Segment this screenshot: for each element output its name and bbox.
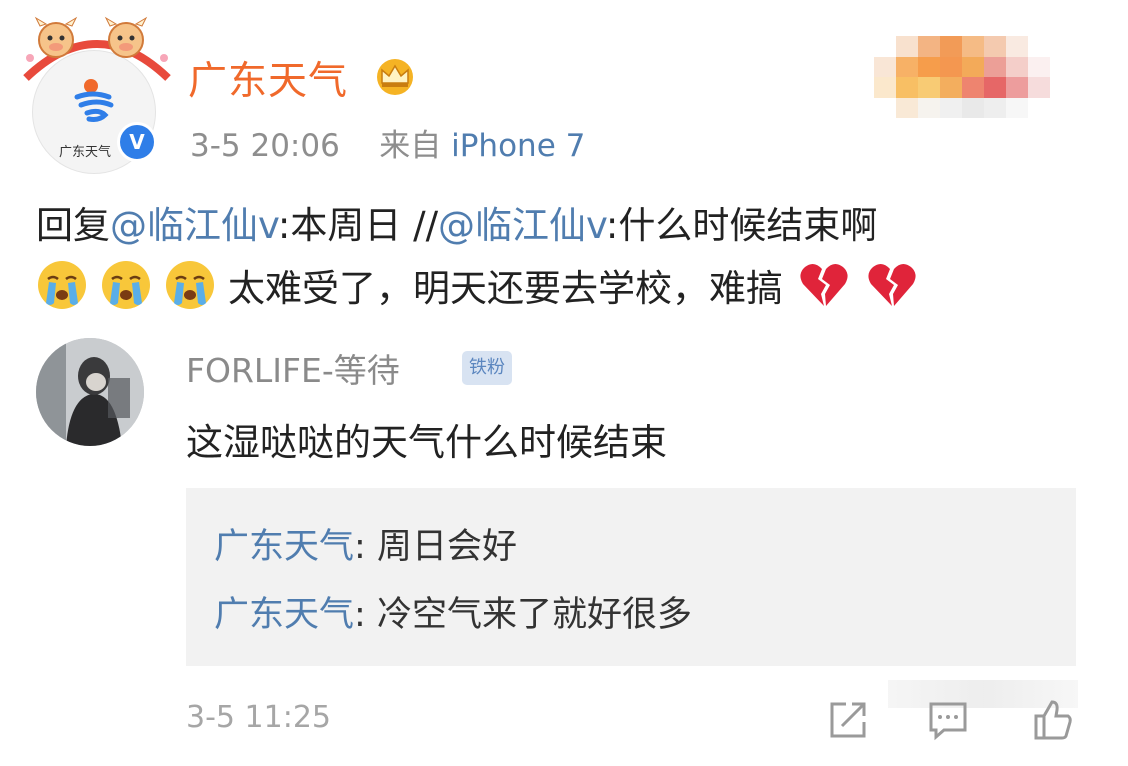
replies-box[interactable]: 广东天气: 周日会好 广东天气: 冷空气来了就好很多 bbox=[186, 488, 1076, 666]
mention-link[interactable]: @临江仙v bbox=[438, 204, 606, 247]
post-text-line1: 回复@临江仙v:本周日 //@临江仙v:什么时候结束啊 bbox=[36, 195, 877, 249]
reply-item[interactable]: 广东天气: 冷空气来了就好很多 bbox=[214, 586, 692, 637]
source-prefix: 来自 bbox=[379, 128, 442, 164]
crown-icon[interactable] bbox=[372, 56, 418, 96]
post-meta: 3-5 20:06 来自 iPhone 7 bbox=[190, 120, 585, 165]
post-text-segment: :什么时候结束啊 bbox=[605, 204, 878, 247]
repost-separator: // bbox=[413, 204, 439, 247]
reply-author[interactable]: 广东天气 bbox=[214, 595, 354, 635]
reply-separator: : bbox=[354, 527, 377, 567]
reply-text: 周日会好 bbox=[376, 527, 517, 567]
comment-icon[interactable] bbox=[926, 698, 970, 742]
cow-mascot-icon bbox=[23, 16, 171, 81]
broken-heart-icon bbox=[800, 263, 848, 306]
post-text-segment: :本周日 bbox=[277, 204, 402, 247]
broken-heart-icon bbox=[868, 263, 916, 306]
comment-time: 3-5 11:25 bbox=[186, 700, 331, 735]
like-icon[interactable] bbox=[1030, 698, 1074, 742]
account-name[interactable]: 广东天气 bbox=[188, 50, 348, 106]
commenter-avatar[interactable] bbox=[36, 338, 144, 446]
share-icon[interactable] bbox=[826, 698, 870, 742]
avatar-text: 广东天气 bbox=[59, 145, 112, 160]
commenter-username[interactable]: FORLIFE-等待 bbox=[186, 344, 400, 392]
reply-separator: : bbox=[354, 595, 377, 635]
pixelated-follow-area bbox=[874, 36, 1050, 118]
mention-link[interactable]: @临江仙v bbox=[110, 204, 278, 247]
crying-emoji-icon bbox=[102, 261, 150, 309]
comment-text: 这湿哒哒的天气什么时候结束 bbox=[186, 421, 667, 464]
post-time: 3-5 20:06 bbox=[190, 128, 340, 164]
device-link[interactable]: iPhone 7 bbox=[451, 128, 585, 164]
account-avatar[interactable]: 广东天气 V bbox=[22, 14, 172, 174]
reply-prefix: 回复 bbox=[36, 204, 110, 247]
post-text-line2: 太难受了，明天还要去学校，难搞 bbox=[36, 258, 919, 312]
verified-icon: V bbox=[117, 122, 157, 162]
reply-author[interactable]: 广东天气 bbox=[214, 527, 354, 567]
post-text-segment: 太难受了，明天还要去学校，难搞 bbox=[228, 267, 783, 310]
fan-badge: 铁粉 bbox=[462, 351, 512, 385]
reply-text: 冷空气来了就好很多 bbox=[376, 595, 692, 635]
crying-emoji-icon bbox=[166, 261, 214, 309]
crying-emoji-icon bbox=[38, 261, 86, 309]
reply-item[interactable]: 广东天气: 周日会好 bbox=[214, 518, 517, 569]
